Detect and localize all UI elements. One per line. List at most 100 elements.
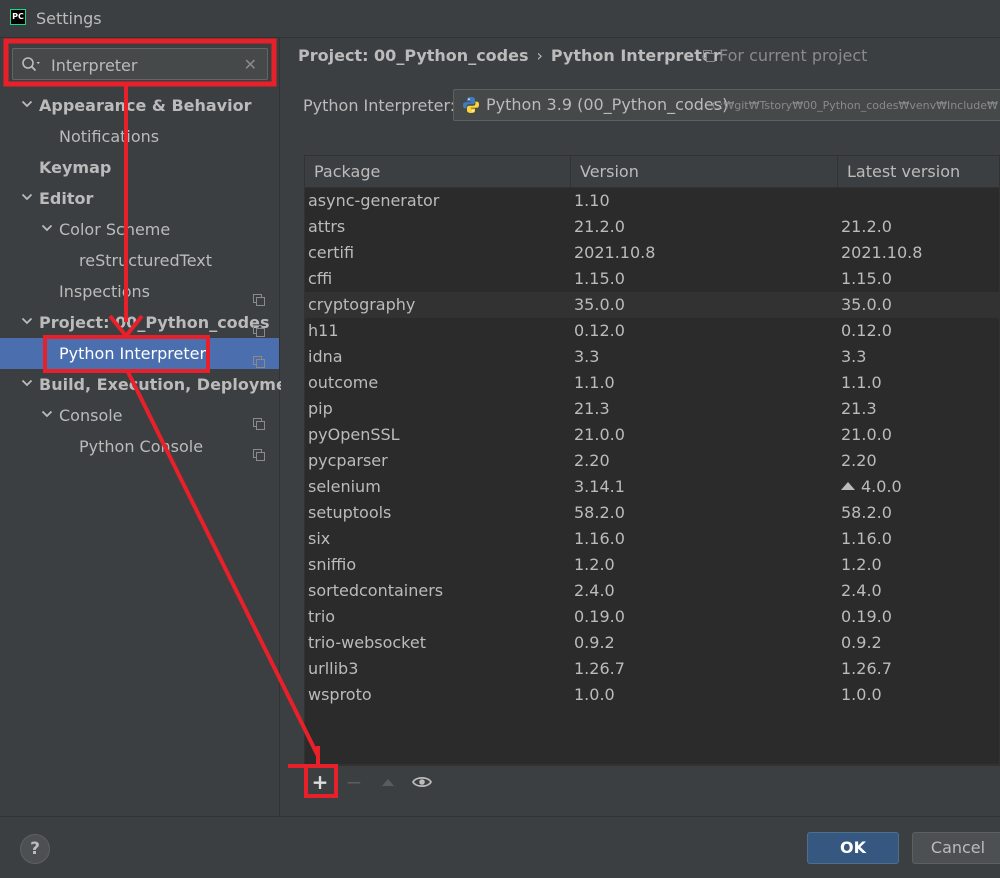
table-row[interactable]: h11 0.12.0 0.12.0 [305, 318, 999, 344]
chevron-down-icon[interactable] [20, 90, 34, 121]
table-row[interactable]: selenium 3.14.1 4.0.0 [305, 474, 999, 500]
column-header-package[interactable]: Package [305, 156, 571, 188]
tree-item-notifications[interactable]: Notifications [0, 121, 279, 152]
package-name: pyOpenSSL [308, 425, 400, 444]
interpreter-dropdown[interactable]: Python 3.9 (00_Python_codes) C:₩git₩Tsto… [453, 89, 1000, 121]
table-row[interactable]: async-generator 1.10 [305, 188, 999, 214]
add-icon: + [311, 770, 329, 794]
table-row[interactable]: pyOpenSSL 21.0.0 21.0.0 [305, 422, 999, 448]
table-row[interactable]: setuptools 58.2.0 58.2.0 [305, 500, 999, 526]
show-early-releases-button[interactable] [410, 770, 434, 794]
tree-item-restructuredtext[interactable]: reStructuredText [0, 245, 279, 276]
tree-item-label: Build, Execution, Deployment [39, 375, 306, 394]
package-version: 21.0.0 [574, 425, 625, 444]
package-name: idna [308, 347, 343, 366]
pycharm-logo-icon: PC [10, 9, 26, 25]
column-header-version[interactable]: Version [571, 156, 838, 188]
table-row[interactable]: idna 3.3 3.3 [305, 344, 999, 370]
latest-version-text: 1.16.0 [841, 529, 892, 548]
table-row[interactable]: six 1.16.0 1.16.0 [305, 526, 999, 552]
packages-table[interactable]: Package Version Latest version async-gen… [304, 155, 1000, 765]
table-row[interactable]: sortedcontainers 2.4.0 2.4.0 [305, 578, 999, 604]
chevron-down-icon[interactable] [20, 307, 34, 338]
tree-item-editor[interactable]: Editor [0, 183, 279, 214]
table-row[interactable]: wsproto 1.0.0 1.0.0 [305, 682, 999, 708]
package-name: attrs [308, 217, 346, 236]
package-version: 1.1.0 [574, 373, 615, 392]
package-latest-version: 1.0.0 [841, 682, 882, 708]
package-version: 35.0.0 [574, 295, 625, 314]
settings-sidebar: ✕ Appearance & Behavior Notifications Keym… [0, 38, 306, 816]
tree-item-inspections[interactable]: Inspections [0, 276, 279, 307]
table-row[interactable]: outcome 1.1.0 1.1.0 [305, 370, 999, 396]
package-latest-version: 2.4.0 [841, 578, 882, 604]
upgrade-package-button[interactable] [376, 770, 400, 794]
breadcrumb-parent[interactable]: Project: 00_Python_codes [298, 46, 529, 65]
table-row[interactable]: cryptography 35.0.0 35.0.0 [305, 292, 999, 318]
project-scope-icon [253, 409, 265, 430]
cancel-button[interactable]: Cancel [912, 832, 1000, 864]
project-scope-icon [253, 285, 265, 306]
remove-package-button[interactable]: − [342, 770, 366, 794]
package-version: 3.3 [574, 347, 600, 366]
window-title: Settings [36, 9, 102, 28]
tree-item-project-00-python-codes[interactable]: Project: 00_Python_codes [0, 307, 279, 338]
project-scope-icon [253, 316, 265, 337]
package-latest-version: 1.2.0 [841, 552, 882, 578]
clear-icon[interactable]: ✕ [244, 55, 257, 74]
package-version: 21.3 [574, 399, 610, 418]
chevron-down-icon[interactable] [40, 400, 54, 431]
chevron-down-icon[interactable] [20, 369, 34, 400]
title-bar: PC Settings [0, 0, 1000, 38]
breadcrumb-current: Python Interpreter [550, 46, 721, 65]
settings-search-box[interactable]: ✕ [12, 48, 268, 80]
tree-item-appearance-behavior[interactable]: Appearance & Behavior [0, 90, 279, 121]
interpreter-name: Python 3.9 (00_Python_codes) [486, 95, 729, 114]
help-button[interactable]: ? [20, 834, 50, 864]
chevron-down-icon[interactable] [20, 183, 34, 214]
tree-item-color-scheme[interactable]: Color Scheme [0, 214, 279, 245]
package-latest-version: 0.19.0 [841, 604, 892, 630]
latest-version-text: 3.3 [841, 347, 867, 366]
package-version: 1.26.7 [574, 659, 625, 678]
tree-item-console[interactable]: Console [0, 400, 279, 431]
package-latest-version: 1.15.0 [841, 266, 892, 292]
tree-item-python-console[interactable]: Python Console [0, 431, 279, 462]
table-row[interactable]: sniffio 1.2.0 1.2.0 [305, 552, 999, 578]
packages-table-header: Package Version Latest version [305, 156, 999, 188]
column-header-latest-version[interactable]: Latest version [838, 156, 999, 188]
latest-version-text: 1.15.0 [841, 269, 892, 288]
latest-version-text: 2.4.0 [841, 581, 882, 600]
package-name: urllib3 [308, 659, 359, 678]
table-row[interactable]: cffi 1.15.0 1.15.0 [305, 266, 999, 292]
package-name: sortedcontainers [308, 581, 444, 600]
tree-item-label: Inspections [59, 282, 150, 301]
package-name: selenium [308, 477, 381, 496]
table-row[interactable]: attrs 21.2.0 21.2.0 [305, 214, 999, 240]
package-name: h11 [308, 321, 339, 340]
tree-item-python-interpreter[interactable]: Python Interpreter [0, 338, 279, 369]
table-row[interactable]: pycparser 2.20 2.20 [305, 448, 999, 474]
package-latest-version: 1.1.0 [841, 370, 882, 396]
package-version: 3.14.1 [574, 477, 625, 496]
tree-item-build-execution-deployment[interactable]: Build, Execution, Deployment [0, 369, 306, 400]
chevron-down-icon[interactable] [40, 214, 54, 245]
tree-item-label: Project: 00_Python_codes [39, 313, 270, 332]
tree-item-label: Python Interpreter [59, 344, 207, 363]
package-version: 21.2.0 [574, 217, 625, 236]
latest-version-text: 0.9.2 [841, 633, 882, 652]
latest-version-text: 58.2.0 [841, 503, 892, 522]
table-row[interactable]: trio 0.19.0 0.19.0 [305, 604, 999, 630]
package-version: 2021.10.8 [574, 243, 656, 262]
settings-search-input[interactable] [51, 53, 241, 77]
table-row[interactable]: urllib3 1.26.7 1.26.7 [305, 656, 999, 682]
packages-toolbar: + − [304, 765, 1000, 797]
tree-item-keymap[interactable]: Keymap [0, 152, 279, 183]
table-row[interactable]: certifi 2021.10.8 2021.10.8 [305, 240, 999, 266]
add-package-button[interactable]: + [308, 770, 332, 794]
table-row[interactable]: pip 21.3 21.3 [305, 396, 999, 422]
ok-button[interactable]: OK [807, 832, 899, 864]
package-name: outcome [308, 373, 379, 392]
tree-item-label: reStructuredText [79, 251, 213, 270]
table-row[interactable]: trio-websocket 0.9.2 0.9.2 [305, 630, 999, 656]
